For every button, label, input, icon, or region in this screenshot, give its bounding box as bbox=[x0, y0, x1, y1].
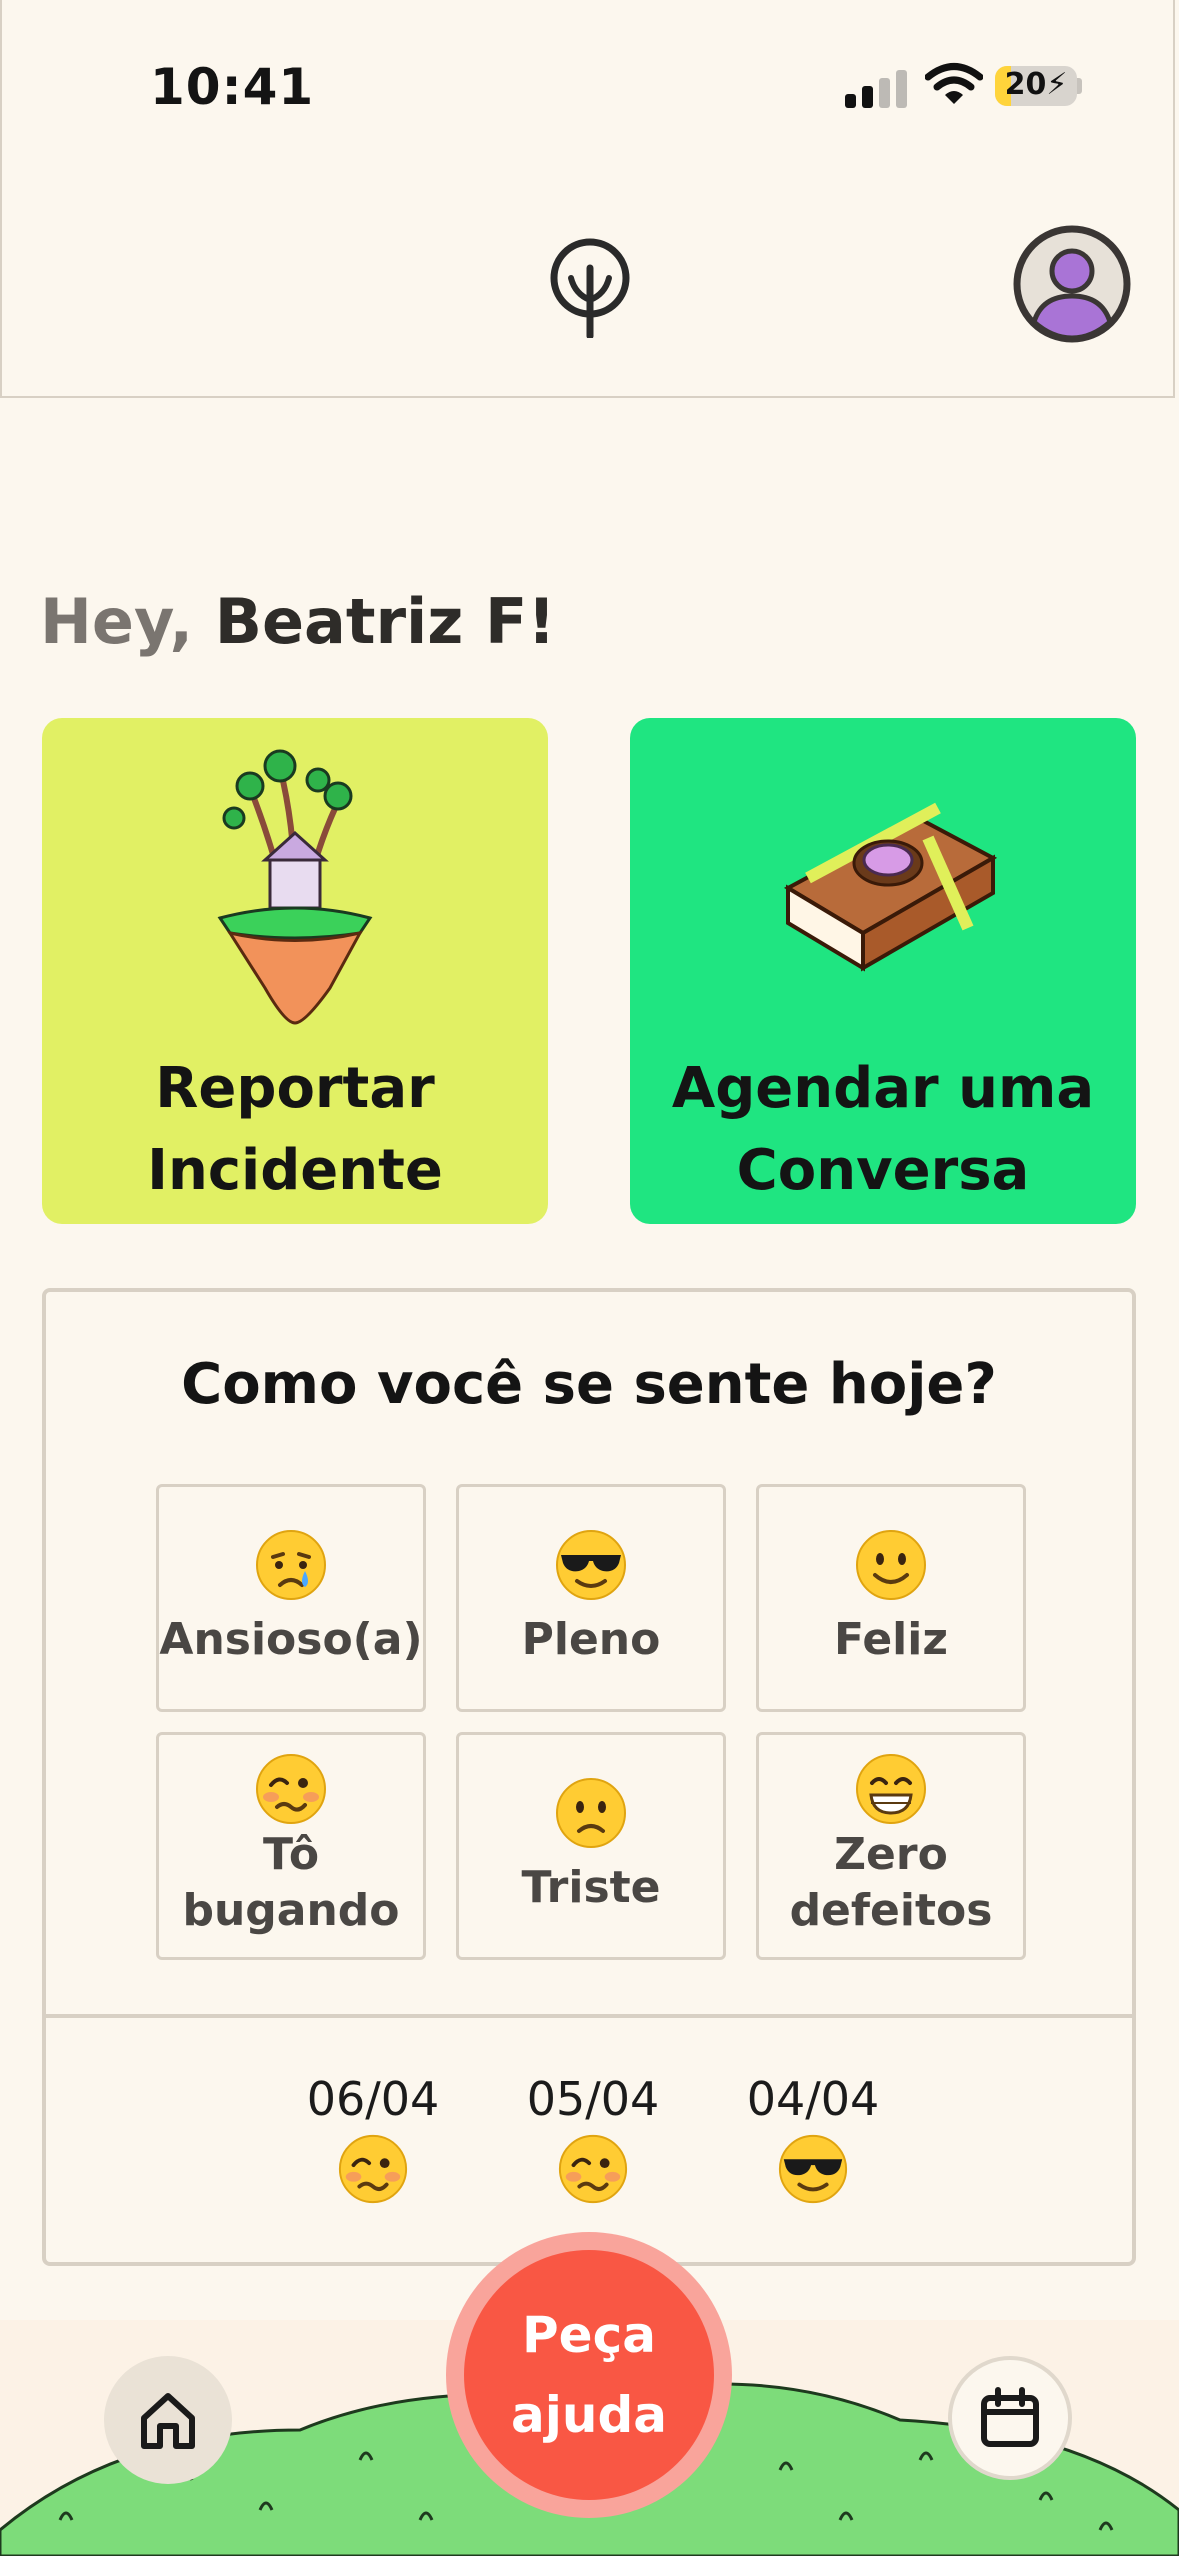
mood-history-date: 05/04 bbox=[526, 2072, 660, 2126]
report-incident-line2: Incidente bbox=[147, 1138, 443, 1203]
battery-indicator: 20⚡ bbox=[995, 66, 1077, 106]
tree-logo-icon[interactable] bbox=[547, 238, 633, 338]
woozy-face-icon bbox=[256, 1754, 326, 1824]
home-icon bbox=[141, 2393, 195, 2449]
smiling-face-icon bbox=[856, 1530, 926, 1600]
status-time: 10:41 bbox=[150, 58, 315, 116]
sunglasses-face-icon bbox=[778, 2134, 848, 2204]
mood-divider bbox=[46, 2014, 1132, 2018]
mood-history-date: 06/04 bbox=[306, 2072, 440, 2126]
mood-check-panel: Como você se sente hoje? Ansioso(a) Plen… bbox=[42, 1288, 1136, 2266]
mood-option-label: Tô bugando bbox=[159, 1827, 423, 1939]
mood-history-item: 04/04 bbox=[738, 2072, 888, 2210]
schedule-conversation-line2: Conversa bbox=[736, 1138, 1030, 1203]
sad-face-icon bbox=[556, 1778, 626, 1848]
nav-calendar-button[interactable] bbox=[948, 2356, 1072, 2480]
greeting-hey: Hey, bbox=[40, 585, 194, 658]
mood-option-happy[interactable]: Feliz bbox=[756, 1484, 1026, 1712]
help-label-line1: Peça bbox=[522, 2306, 656, 2364]
mood-question: Como você se sente hoje? bbox=[181, 1352, 997, 1417]
mood-option-label: Feliz bbox=[834, 1614, 948, 1665]
mood-option-label-line1: Zero bbox=[834, 1829, 948, 1880]
mood-option-label-line2: defeitos bbox=[789, 1885, 993, 1936]
mood-history-item: 06/04 bbox=[298, 2072, 448, 2210]
mood-option-label: Ansioso(a) bbox=[159, 1614, 423, 1665]
mood-option-anxious[interactable]: Ansioso(a) bbox=[156, 1484, 426, 1712]
report-incident-card[interactable]: Reportar Incidente bbox=[42, 718, 548, 1224]
ask-for-help-button[interactable]: Peça ajuda bbox=[446, 2232, 732, 2518]
nav-home-button[interactable] bbox=[104, 2356, 232, 2484]
profile-avatar-icon[interactable] bbox=[1012, 224, 1132, 344]
floating-island-illustration bbox=[217, 749, 373, 1025]
mood-option-label-line2: bugando bbox=[182, 1885, 400, 1936]
calendar-icon bbox=[981, 2387, 1039, 2447]
cellular-signal-icon bbox=[845, 70, 907, 108]
greeting-name: Beatriz F! bbox=[214, 585, 556, 658]
mood-option-full[interactable]: Pleno bbox=[456, 1484, 726, 1712]
mood-option-label: Triste bbox=[521, 1862, 661, 1913]
mood-option-label: Pleno bbox=[521, 1614, 661, 1665]
mood-option-zero-defects[interactable]: Zero defeitos bbox=[756, 1732, 1026, 1960]
schedule-conversation-card[interactable]: Agendar uma Conversa bbox=[630, 718, 1136, 1224]
schedule-conversation-line1: Agendar uma bbox=[671, 1056, 1095, 1121]
wifi-icon bbox=[925, 63, 983, 104]
mood-history-date: 04/04 bbox=[746, 2072, 880, 2126]
mood-option-label: Zero defeitos bbox=[759, 1827, 1023, 1939]
mood-option-sad[interactable]: Triste bbox=[456, 1732, 726, 1960]
woozy-face-icon bbox=[558, 2134, 628, 2204]
sunglasses-face-icon bbox=[556, 1530, 626, 1600]
grinning-face-icon bbox=[856, 1754, 926, 1824]
crying-face-icon bbox=[256, 1530, 326, 1600]
battery-level: 20 bbox=[1004, 67, 1047, 102]
mood-history-item: 05/04 bbox=[518, 2072, 668, 2210]
report-incident-line1: Reportar bbox=[155, 1056, 435, 1121]
status-bar: 10:41 20⚡ bbox=[0, 0, 1179, 140]
mood-option-label-line1: Tô bbox=[262, 1829, 320, 1880]
mood-option-bugging[interactable]: Tô bugando bbox=[156, 1732, 426, 1960]
brain-book-illustration bbox=[783, 802, 998, 972]
woozy-face-icon bbox=[338, 2134, 408, 2204]
help-label-line2: ajuda bbox=[510, 2386, 667, 2444]
greeting: Hey, Beatriz F! bbox=[40, 585, 556, 658]
